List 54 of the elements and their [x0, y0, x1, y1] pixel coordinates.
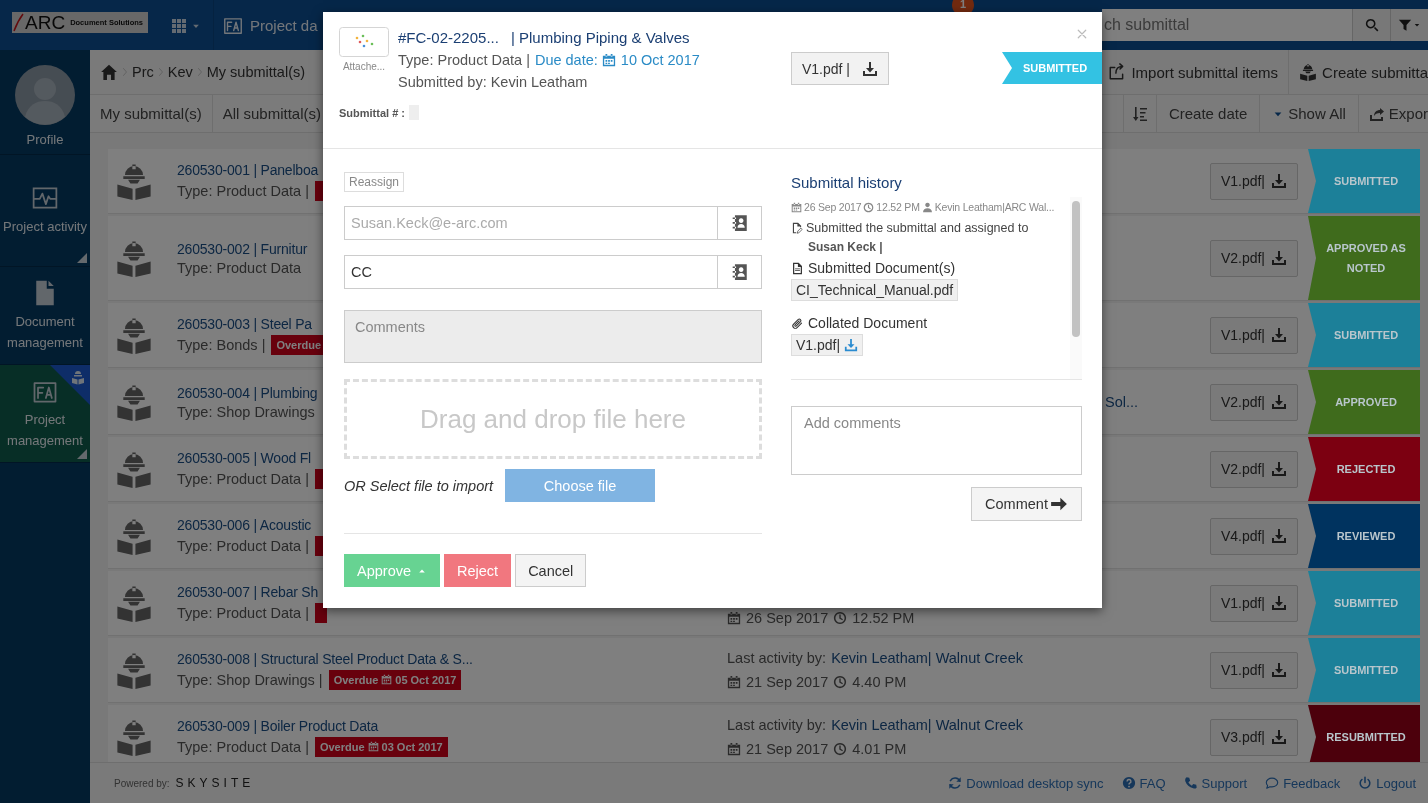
- status-ribbon: SUBMITTED: [1308, 571, 1420, 635]
- status-ribbon: RESUBMITTED: [1308, 705, 1420, 762]
- submittal-type: Type: Product Data |: [398, 51, 530, 70]
- due-date: 03 Oct 2017: [381, 740, 443, 753]
- status-ribbon: APPROVED AS NOTED: [1308, 216, 1420, 300]
- submittal-type: Type: Product Data |: [177, 537, 309, 554]
- status-ribbon: SUBMITTED: [1308, 303, 1420, 367]
- activity-date: 21 Sep 2017: [746, 674, 829, 690]
- assignee-name: Susan Keck |: [808, 240, 883, 254]
- status-ribbon: APPROVED: [1308, 370, 1420, 434]
- history-action: Submitted the submittal and assigned to: [806, 221, 1029, 235]
- activity-time: 4.40 PM: [852, 674, 907, 690]
- dialog-title: | Plumbing Piping & Valves: [510, 28, 690, 48]
- submittal-type: Type: Product Data |: [177, 470, 309, 487]
- activity-text: Sol...: [1104, 394, 1140, 410]
- due-date: 05 Oct 2017: [395, 673, 457, 686]
- overdue-label: Overdue: [333, 673, 379, 686]
- activity-date: 26 Sep 2017: [746, 610, 829, 626]
- status-ribbon: REVIEWED: [1308, 504, 1420, 568]
- select-file-label: OR Select file to import: [344, 477, 494, 494]
- history-date: 26 Sep 2017: [804, 201, 862, 213]
- history-title: Submittal history: [791, 174, 903, 191]
- status-ribbon: SUBMITTED: [1308, 638, 1420, 702]
- due-date: 10 Oct 2017: [620, 51, 700, 70]
- activity-label: Last activity by:: [727, 717, 827, 733]
- thumbnail-caption: Attache...: [342, 61, 386, 72]
- submittal-type: Type: Product Data |: [177, 182, 309, 199]
- submittal-type: Type: Bonds |: [177, 336, 266, 353]
- activity-label: Last activity by:: [727, 650, 827, 666]
- history-user: Kevin Leatham|ARC Wal...: [934, 201, 1055, 213]
- activity-time: 4.01 PM: [852, 741, 907, 757]
- overdue-label: Overdue: [319, 740, 365, 753]
- history-time: 12.52 PM: [876, 201, 920, 213]
- powered-by-label: Powered by:: [114, 777, 170, 789]
- submittal-type: Type: Shop Drawings: [177, 403, 315, 420]
- documents-label: Submitted Document(s): [808, 260, 956, 276]
- status-ribbon: REJECTED: [1308, 437, 1420, 501]
- activity-date: 21 Sep 2017: [746, 741, 829, 757]
- overdue-label: Overdue: [276, 338, 322, 351]
- submittal-number: #FC-02-2205...: [398, 28, 499, 48]
- submittal-type: Type: Product Data |: [177, 604, 309, 621]
- activity-time: 12.52 PM: [852, 610, 915, 626]
- submitted-by: Submitted by: Kevin Leatham: [398, 73, 588, 92]
- submittal-type: Type: Product Data |: [177, 738, 309, 755]
- due-date-label: Due date:: [534, 51, 598, 70]
- submittal-type: Type: Product Data: [177, 259, 302, 276]
- logo-mark: ARC: [25, 13, 66, 32]
- submittal-number-label: Submittal # :: [339, 106, 405, 119]
- submittal-type: Type: Shop Drawings |: [177, 671, 323, 688]
- status-ribbon: SUBMITTED: [1002, 52, 1102, 84]
- brand-name: SKYSITE: [175, 776, 255, 790]
- collated-label: Collated Document: [808, 315, 928, 331]
- reassign-label: Reassign: [344, 172, 405, 192]
- status-ribbon: SUBMITTED: [1308, 149, 1420, 213]
